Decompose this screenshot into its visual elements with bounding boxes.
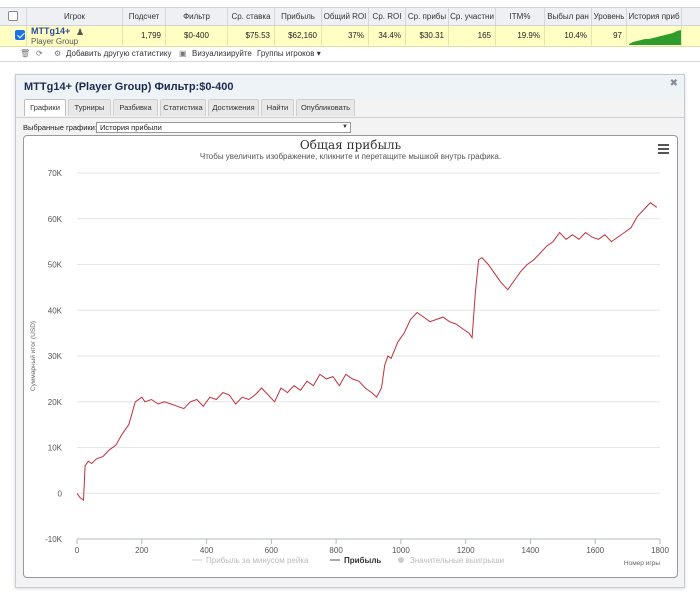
tab-statistics[interactable]: Статистика bbox=[160, 99, 206, 116]
y-tick-label: 20K bbox=[48, 398, 63, 407]
y-tick-label: 60K bbox=[48, 215, 63, 224]
col-header-avg-entrants[interactable]: Ср. участни bbox=[449, 8, 496, 25]
table-header-row: Игрок Подсчет Фильтр Ср. ставка Прибыль … bbox=[0, 7, 700, 26]
y-tick-label: 30K bbox=[48, 352, 63, 361]
graph-select[interactable]: История прибыли ▼ bbox=[96, 122, 351, 133]
col-header-itm[interactable]: ITM% bbox=[496, 8, 545, 25]
avg-roi-cell: 34.4% bbox=[369, 26, 406, 46]
avg-stake-cell: $75.53 bbox=[228, 26, 275, 46]
x-axis-label: Номер игры bbox=[624, 560, 660, 567]
x-tick-label: 1600 bbox=[586, 546, 604, 555]
tab-achievements[interactable]: Достижения bbox=[208, 99, 259, 116]
chevron-down-icon: ▾ bbox=[316, 49, 321, 58]
y-tick-label: 0 bbox=[58, 489, 63, 498]
col-header-profit[interactable]: Прибыль bbox=[275, 8, 322, 25]
y-tick-label: 10K bbox=[48, 444, 63, 453]
y-tick-label: 50K bbox=[48, 261, 63, 270]
y-tick-label: 70K bbox=[48, 169, 63, 178]
col-header-count[interactable]: Подсчет bbox=[123, 8, 166, 25]
chevron-down-icon: ▼ bbox=[342, 124, 348, 130]
panel-title: MTTg14+ (Player Group) Фильтр:$0-400 bbox=[24, 81, 234, 93]
col-header-filter[interactable]: Фильтр bbox=[166, 8, 228, 25]
col-header-player[interactable]: Игрок bbox=[27, 8, 123, 25]
legend-item-2[interactable]: Значительные выигрыши bbox=[410, 556, 504, 565]
x-tick-label: 600 bbox=[265, 546, 279, 555]
profit-history-cell bbox=[627, 26, 682, 46]
trash-icon[interactable]: 🗑 bbox=[20, 49, 30, 58]
profit-cell: $62,160 bbox=[275, 26, 322, 46]
visualize-button[interactable]: Визуализируйте bbox=[192, 49, 252, 58]
player-groups-label: Группы игроков bbox=[257, 49, 315, 58]
select-all-checkbox[interactable] bbox=[8, 11, 18, 21]
total-roi-cell: 37% bbox=[322, 26, 369, 46]
col-header-profit-history[interactable]: История приб bbox=[627, 8, 682, 25]
panel-header: MTTg14+ (Player Group) Фильтр:$0-400 ✖ bbox=[16, 75, 684, 99]
level-cell: 97 bbox=[592, 26, 627, 46]
chart-container[interactable]: Общая прибыль Чтобы увеличить изображени… bbox=[23, 135, 678, 578]
legend-symbol bbox=[398, 557, 404, 563]
avg-profit-cell: $30.31 bbox=[406, 26, 449, 46]
tab-tournaments[interactable]: Турниры bbox=[68, 99, 111, 116]
x-tick-label: 200 bbox=[135, 546, 149, 555]
add-stats-button[interactable]: Добавить другую статистику bbox=[66, 49, 171, 58]
y-tick-label: 40K bbox=[48, 306, 63, 315]
y-tick-label: -10K bbox=[45, 535, 63, 544]
table-toolbar: 🗑 ⟳ ⚙ Добавить другую статистику ▣ Визуа… bbox=[0, 48, 700, 61]
graph-select-label: Выбранные графики: bbox=[23, 123, 97, 132]
x-tick-label: 1800 bbox=[651, 546, 669, 555]
early-out-cell: 10.4% bbox=[545, 26, 592, 46]
close-icon[interactable]: ✖ bbox=[670, 78, 678, 89]
profit-series-line bbox=[76, 202, 658, 502]
player-details-panel: MTTg14+ (Player Group) Фильтр:$0-400 ✖ Г… bbox=[15, 74, 685, 588]
tab-find[interactable]: Найти bbox=[261, 99, 294, 116]
image-icon: ▣ bbox=[179, 49, 187, 58]
y-axis-label: Суммарный итог (USD) bbox=[29, 321, 37, 391]
x-tick-label: 0 bbox=[75, 546, 80, 555]
col-header-avg-profit[interactable]: Ср. прибы bbox=[406, 8, 449, 25]
profit-history-sparkline bbox=[629, 30, 681, 45]
tab-publish[interactable]: Опубликовать bbox=[296, 99, 355, 116]
player-name-link[interactable]: MTTg14+ bbox=[31, 26, 70, 36]
refresh-icon[interactable]: ⟳ bbox=[36, 49, 43, 58]
select-all-cell bbox=[0, 8, 27, 25]
player-group-label: Player Group bbox=[31, 37, 79, 46]
player-groups-dropdown[interactable]: Группы игроков ▾ bbox=[257, 49, 321, 58]
x-tick-label: 400 bbox=[200, 546, 214, 555]
x-tick-label: 1200 bbox=[457, 546, 475, 555]
itm-cell: 19.9% bbox=[496, 26, 545, 46]
filter-cell: $0-400 bbox=[166, 26, 228, 46]
tab-breakdown[interactable]: Разбивка bbox=[113, 99, 158, 116]
col-header-early-out[interactable]: Выбыл ран bbox=[545, 8, 592, 25]
row-checkbox[interactable] bbox=[15, 30, 25, 40]
col-header-total-roi[interactable]: Общий ROI bbox=[322, 8, 369, 25]
row-select-cell bbox=[0, 26, 27, 46]
x-tick-label: 800 bbox=[329, 546, 343, 555]
col-header-avg-roi[interactable]: Ср. ROI bbox=[369, 8, 406, 25]
avg-entrants-cell: 165 bbox=[449, 26, 496, 46]
count-cell: 1,799 bbox=[123, 26, 166, 46]
tab-graphs[interactable]: Графики bbox=[24, 99, 66, 116]
profit-chart[interactable]: -10K 0 10K 20K 30K 40K 50K 60K 70K 0 200 400 600 800 1… bbox=[24, 136, 677, 577]
col-header-avg-stake[interactable]: Ср. ставка bbox=[228, 8, 275, 25]
col-header-level[interactable]: Уровень bbox=[592, 8, 627, 25]
add-stats-icon: ⚙ bbox=[54, 49, 62, 58]
stats-table: Игрок Подсчет Фильтр Ср. ставка Прибыль … bbox=[0, 0, 700, 62]
graph-select-value: История прибыли bbox=[100, 123, 162, 132]
legend-item-1[interactable]: Прибыль bbox=[344, 556, 381, 565]
table-row[interactable]: 1,799 $0-400 $75.53 $62,160 37% 34.4% $3… bbox=[0, 26, 700, 47]
x-tick-label: 1000 bbox=[392, 546, 410, 555]
legend-item-0[interactable]: Прибыль за минусом рейка bbox=[206, 556, 309, 565]
tabs-divider bbox=[16, 117, 684, 118]
x-tick-label: 1400 bbox=[522, 546, 540, 555]
